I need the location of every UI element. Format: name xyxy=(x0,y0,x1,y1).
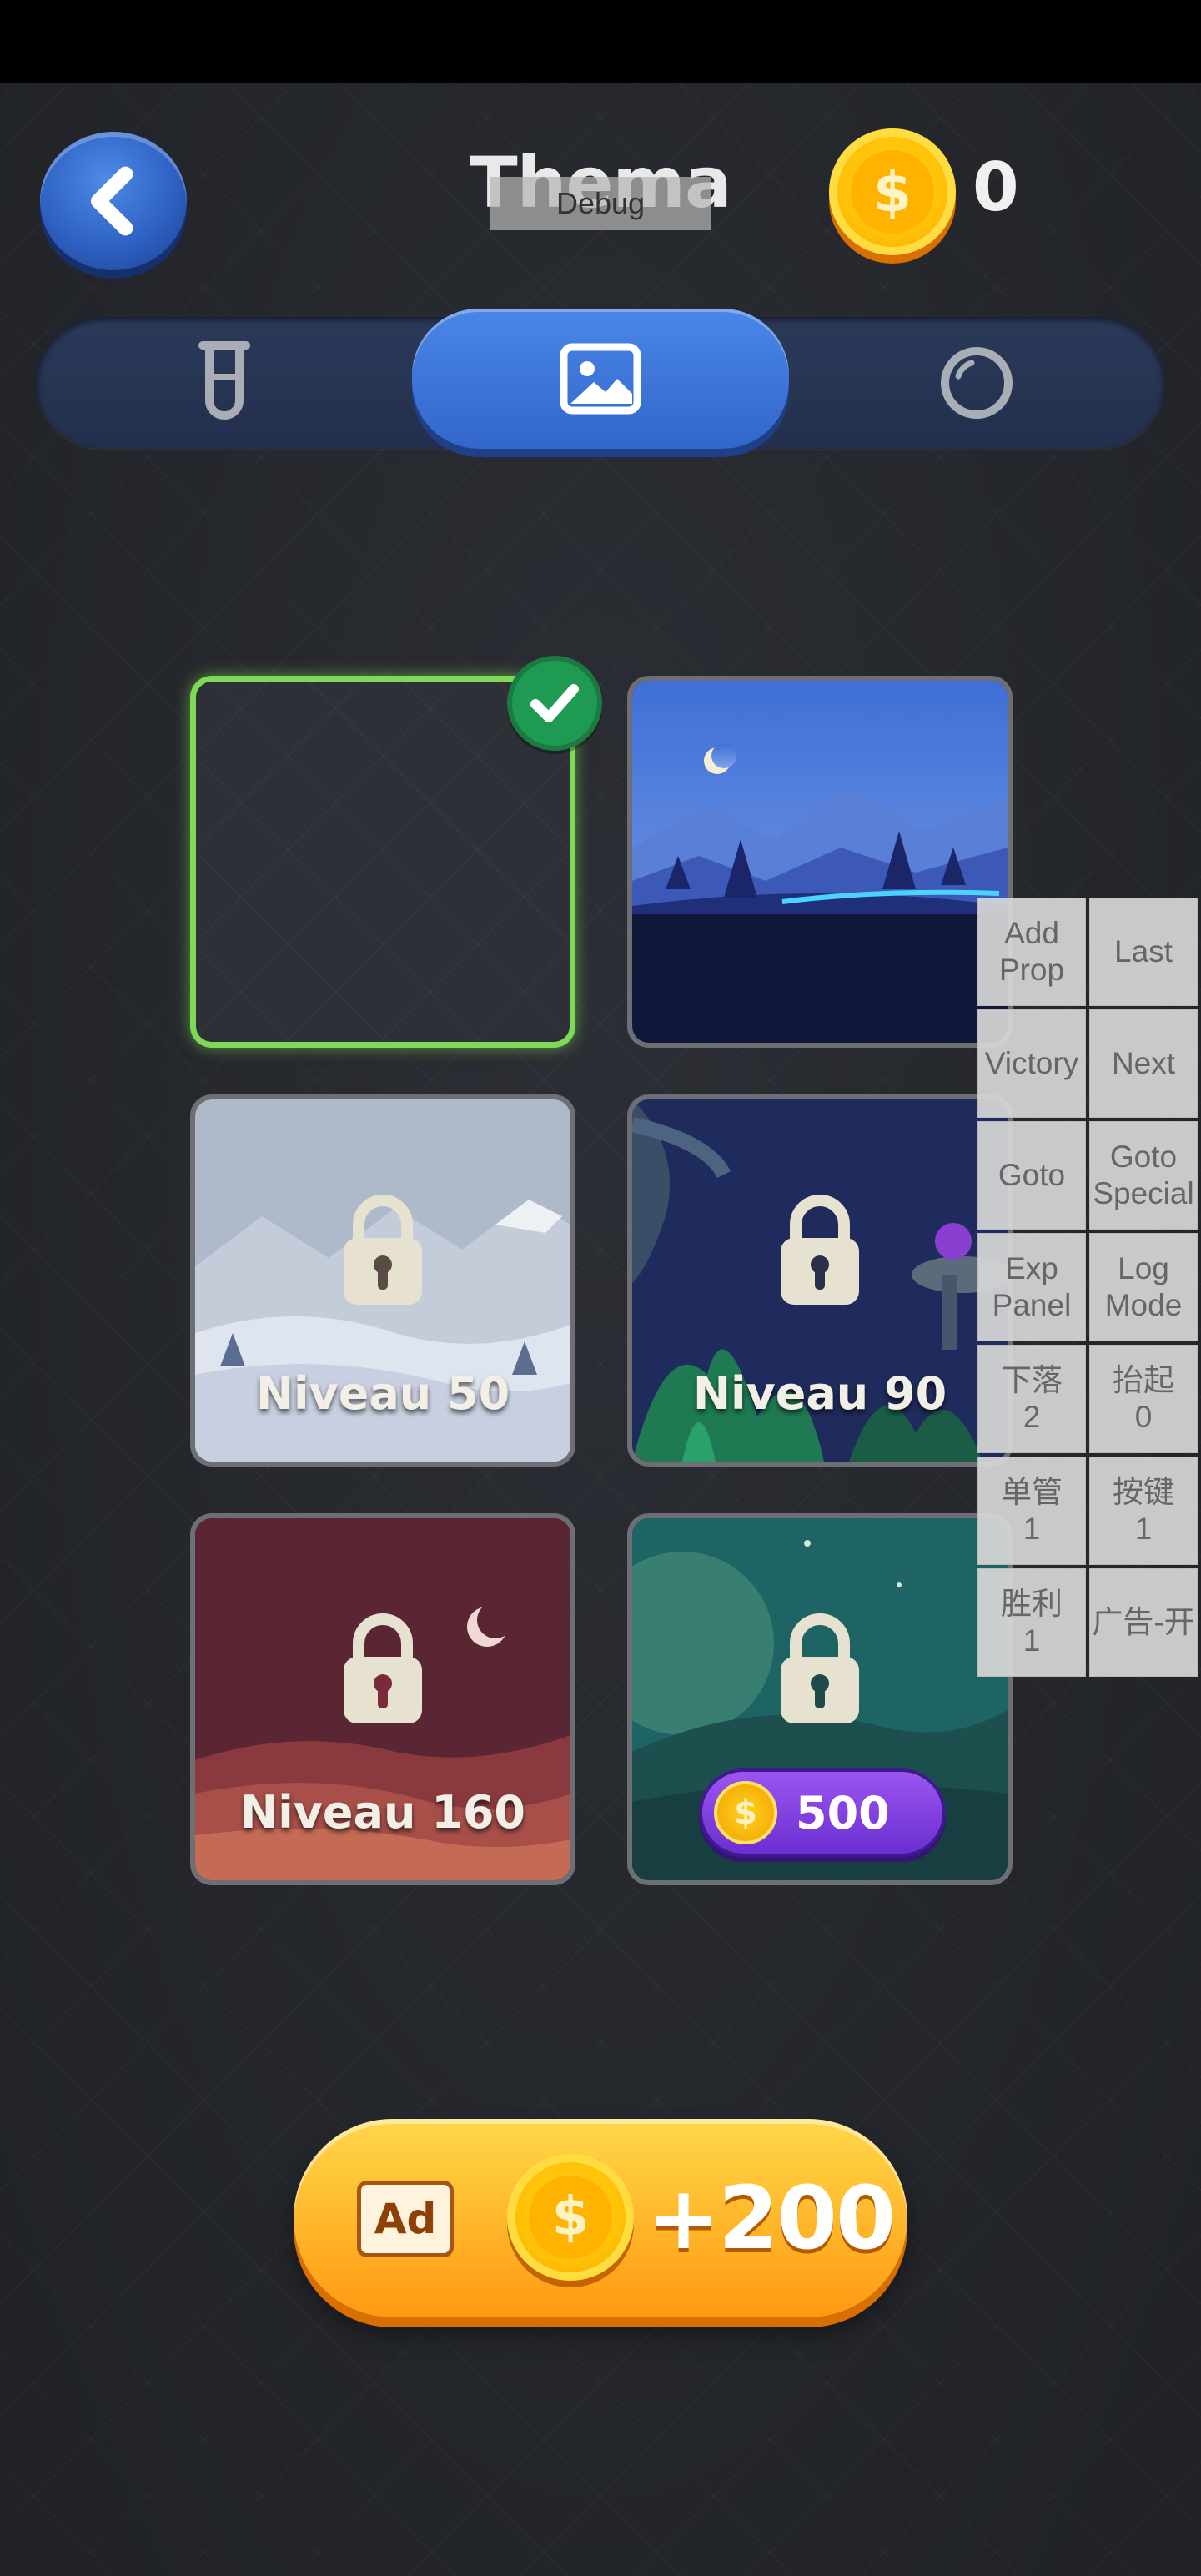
theme-card-desert[interactable]: Niveau 160 xyxy=(190,1513,575,1885)
chevron-left-icon xyxy=(91,166,133,236)
lock-icon xyxy=(781,1195,859,1305)
test-tube-icon xyxy=(198,341,250,420)
status-bar xyxy=(0,0,1201,83)
lock-icon xyxy=(781,1613,859,1723)
category-tab-bar xyxy=(37,309,1164,449)
theme-card-jungle[interactable]: Niveau 90 xyxy=(627,1094,1013,1467)
coin-count: 0 xyxy=(972,148,1019,226)
buy-theme-button[interactable]: $ 500 xyxy=(699,1768,946,1857)
debug-button[interactable]: Next xyxy=(1089,1009,1198,1118)
unlock-level-label: Niveau 50 xyxy=(255,1367,510,1420)
reward-amount: +200 xyxy=(647,2167,896,2269)
theme-card-moon[interactable]: $ 500 xyxy=(627,1513,1013,1885)
image-icon xyxy=(560,343,641,415)
coin-icon: $ xyxy=(507,2154,634,2281)
coin-icon: $ xyxy=(829,128,956,255)
debug-button[interactable]: Victory xyxy=(977,1009,1086,1118)
tab-tubes[interactable] xyxy=(37,317,412,449)
debug-button[interactable]: 下落 2 xyxy=(977,1345,1086,1453)
checkmark-icon xyxy=(507,656,602,751)
debug-button[interactable]: Exp Panel xyxy=(977,1233,1086,1341)
unlock-level-label: Niveau 90 xyxy=(692,1367,947,1420)
tab-theme[interactable] xyxy=(412,309,789,449)
night-mountains-image xyxy=(632,681,1008,1043)
lock-icon xyxy=(344,1195,422,1305)
lock-icon xyxy=(344,1613,422,1723)
debug-button[interactable]: Log Mode xyxy=(1089,1233,1198,1341)
debug-button[interactable]: Goto Special xyxy=(1089,1121,1198,1230)
ball-icon xyxy=(941,347,1013,419)
coin-symbol: $ xyxy=(851,150,934,234)
coin-icon: $ xyxy=(714,1781,777,1844)
theme-card-night-mountains[interactable] xyxy=(627,676,1013,1048)
coin-symbol: $ xyxy=(529,2176,612,2259)
tab-ball[interactable] xyxy=(789,317,1164,449)
debug-button[interactable]: 单管 1 xyxy=(977,1457,1086,1565)
unlock-level-label: Niveau 160 xyxy=(240,1786,525,1839)
theme-price: 500 xyxy=(796,1786,890,1839)
debug-button[interactable]: Last xyxy=(1089,898,1198,1006)
debug-button[interactable]: Add Prop xyxy=(977,898,1086,1006)
ad-tag: Ad xyxy=(357,2181,454,2257)
theme-card-snow[interactable]: Niveau 50 xyxy=(190,1094,575,1467)
debug-button[interactable]: Goto xyxy=(977,1121,1086,1230)
debug-button[interactable]: 胜利 1 xyxy=(977,1568,1086,1677)
debug-button[interactable]: 抬起 0 xyxy=(1089,1345,1198,1453)
back-button[interactable] xyxy=(40,132,187,270)
debug-button[interactable]: 按键 1 xyxy=(1089,1457,1198,1565)
debug-button[interactable]: 广告-开 xyxy=(1089,1568,1198,1677)
debug-label[interactable]: Debug xyxy=(490,177,711,230)
watch-ad-reward-button[interactable]: Ad $ +200 xyxy=(294,2119,907,2317)
